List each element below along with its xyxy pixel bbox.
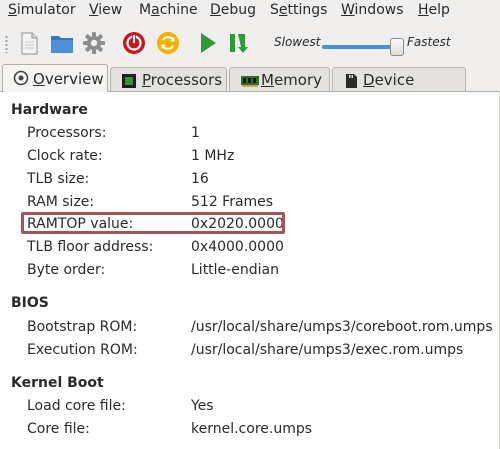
processors-value: 1 (191, 125, 200, 141)
tlb-size-value: 16 (191, 171, 209, 187)
byte-order-value: Little-endian (191, 262, 279, 278)
reset-icon[interactable] (155, 29, 181, 57)
tab-memory-label: Memory (261, 71, 323, 89)
tlb-size-label: TLB size: (27, 171, 90, 187)
menu-help[interactable]: Help (418, 2, 450, 18)
toolbar: Slowest Fastest (0, 26, 500, 60)
ram-size-label: RAM size: (27, 194, 95, 210)
kernel-boot-section-title: Kernel Boot (11, 375, 104, 391)
core-file-label: Core file: (27, 421, 90, 437)
overview-panel: Hardware Processors: 1 Clock rate: 1 MHz… (0, 91, 500, 449)
bootstrap-rom-label: Bootstrap ROM: (27, 319, 138, 335)
processor-icon (121, 73, 137, 93)
bios-section-title: BIOS (11, 295, 49, 311)
tab-bar: Overview Processors Memory Device (0, 64, 500, 107)
toolbar-grip[interactable] (5, 35, 8, 53)
processors-label: Processors: (27, 125, 107, 141)
load-core-file-value: Yes (191, 398, 214, 414)
menu-bar: Simulator View Machine Debug Settings Wi… (0, 0, 500, 22)
gear-icon[interactable] (81, 29, 107, 57)
byte-order-label: Byte order: (27, 262, 106, 278)
menu-view[interactable]: View (89, 2, 122, 18)
new-document-icon[interactable] (16, 29, 42, 57)
menu-windows[interactable]: Windows (341, 2, 404, 18)
speed-slowest-label: Slowest (274, 35, 321, 49)
memory-icon (240, 73, 260, 93)
bootstrap-rom-value: /usr/local/share/umps3/coreboot.rom.umps (191, 319, 493, 335)
ramtop-highlight-box (21, 212, 285, 234)
speed-slider-handle[interactable] (390, 38, 404, 56)
speed-fastest-label: Fastest (407, 35, 451, 49)
tab-device-status[interactable]: Device Status (332, 67, 466, 107)
tab-overview[interactable]: Overview (2, 64, 108, 92)
menu-machine[interactable]: Machine (139, 2, 198, 18)
tab-memory[interactable]: Memory (229, 67, 330, 91)
clock-rate-label: Clock rate: (27, 148, 103, 164)
hardware-section-title: Hardware (11, 102, 88, 118)
power-icon[interactable] (121, 29, 147, 57)
ram-size-value: 512 Frames (191, 194, 274, 210)
execution-rom-label: Execution ROM: (27, 342, 138, 358)
tlb-floor-address-label: TLB floor address: (27, 239, 154, 255)
tab-overview-label: Overview (33, 70, 104, 88)
menu-debug[interactable]: Debug (210, 2, 256, 18)
tab-processors[interactable]: Processors (110, 67, 227, 91)
execution-rom-value: /usr/local/share/umps3/exec.rom.umps (191, 342, 464, 358)
overview-icon (13, 70, 29, 90)
open-folder-icon[interactable] (49, 29, 75, 57)
device-icon (343, 73, 359, 93)
speed-slider-track[interactable] (322, 45, 398, 49)
menu-simulator[interactable]: Simulator (8, 2, 76, 18)
core-file-value: kernel.core.umps (191, 421, 313, 437)
step-icon[interactable] (227, 29, 253, 57)
load-core-file-label: Load core file: (27, 398, 126, 414)
clock-rate-value: 1 MHz (191, 148, 235, 164)
play-icon[interactable] (195, 29, 221, 57)
tlb-floor-address-value: 0x4000.0000 (191, 239, 284, 255)
menu-settings[interactable]: Settings (270, 2, 327, 18)
tab-processors-label: Processors (142, 71, 223, 89)
